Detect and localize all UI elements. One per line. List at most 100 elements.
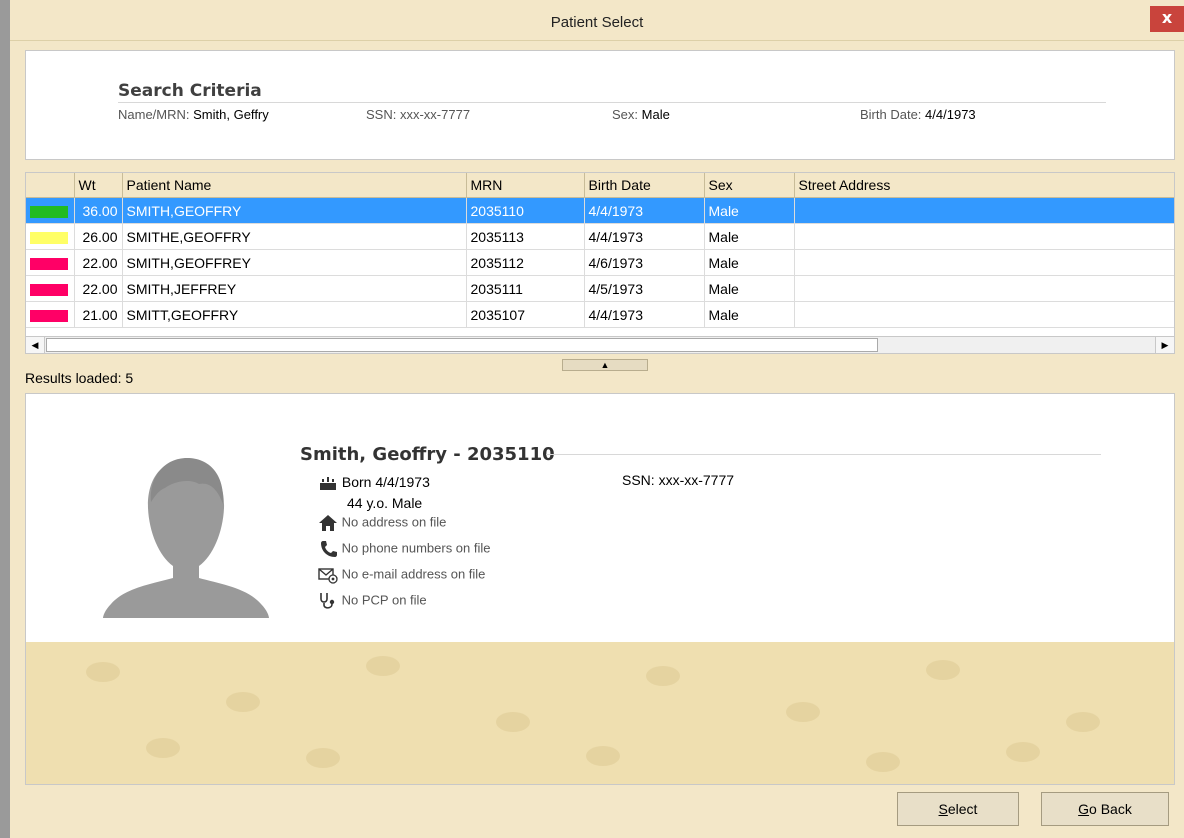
pawprint-background: [26, 642, 1174, 784]
column-header-patient-name[interactable]: Patient Name: [122, 173, 467, 198]
patient-name-divider: [546, 454, 1101, 455]
scroll-left-icon[interactable]: ◀: [26, 337, 45, 353]
row-weight: 22.00: [74, 275, 123, 302]
scroll-right-icon[interactable]: ▶: [1155, 337, 1174, 353]
row-birth-date: 4/4/1973: [584, 223, 705, 250]
row-mrn: 2035111: [466, 275, 585, 302]
column-header-wt[interactable]: Wt: [74, 173, 123, 198]
row-color-indicator: [26, 275, 75, 302]
match-color-swatch: [30, 257, 68, 270]
criteria-sex: Sex: Male: [612, 107, 670, 122]
table-row[interactable]: 26.00 SMITHE,GEOFFRY 2035113 4/4/1973 Male: [26, 223, 1174, 250]
match-color-swatch: [30, 309, 68, 322]
scroll-thumb[interactable]: [46, 338, 878, 352]
criteria-ssn-value: xxx-xx-7777: [399, 107, 471, 122]
row-street-address: [794, 223, 1174, 250]
grid-header-row: Wt Patient Name MRN Birth Date Sex Stree…: [26, 173, 1174, 198]
row-street-address: [794, 301, 1174, 328]
row-sex: Male: [704, 249, 795, 276]
column-header-street-address[interactable]: Street Address: [794, 173, 1174, 198]
criteria-name-label: Name/MRN:: [118, 107, 190, 122]
criteria-birth-date: Birth Date: 4/4/1973: [860, 107, 976, 122]
email-row: No e-mail address on file: [318, 566, 485, 584]
criteria-ssn-label: SSN:: [366, 107, 397, 122]
table-row[interactable]: 22.00 SMITH,GEOFFREY 2035112 4/6/1973 Male: [26, 249, 1174, 276]
table-row[interactable]: 21.00 SMITT,GEOFFRY 2035107 4/4/1973 Male: [26, 301, 1174, 328]
column-header-mrn[interactable]: MRN: [466, 173, 585, 198]
results-count: Results loaded: 5: [25, 370, 134, 386]
row-birth-date: 4/6/1973: [584, 249, 705, 276]
row-mrn: 2035113: [466, 223, 585, 250]
go-back-label: o Back: [1089, 801, 1132, 817]
select-button[interactable]: Select: [897, 792, 1019, 826]
row-sex: Male: [704, 197, 795, 224]
row-sex: Male: [704, 301, 795, 328]
age-sex-text: 44 y.o. Male: [347, 495, 423, 511]
patient-select-window: Patient Select x Search Criteria Name/MR…: [0, 0, 1184, 838]
match-color-swatch: [30, 283, 68, 296]
row-birth-date: 4/4/1973: [584, 301, 705, 328]
close-button[interactable]: x: [1150, 6, 1184, 32]
go-back-mnemonic: G: [1078, 801, 1090, 817]
patient-avatar: [103, 458, 269, 618]
triangle-up-icon: ▲: [600, 360, 610, 370]
criteria-birth-label: Birth Date:: [860, 107, 922, 122]
row-weight: 26.00: [74, 223, 123, 250]
row-color-indicator: [26, 223, 75, 250]
column-header-birth-date[interactable]: Birth Date: [584, 173, 705, 198]
ssn-text: SSN: xxx-xx-7777: [622, 472, 735, 488]
row-color-indicator: [26, 249, 75, 276]
search-criteria-title: Search Criteria: [118, 81, 262, 101]
phone-text: No phone numbers on file: [341, 540, 491, 556]
row-patient-name: SMITH,GEOFFREY: [122, 249, 467, 276]
title-bar[interactable]: Patient Select x: [10, 0, 1184, 41]
pcp-text: No PCP on file: [341, 592, 427, 608]
row-weight: 22.00: [74, 249, 123, 276]
birth-date-text: Born 4/4/1973: [341, 474, 430, 490]
address-row: No address on file: [318, 514, 446, 532]
column-header-color[interactable]: [26, 173, 75, 198]
criteria-birth-value: 4/4/1973: [925, 107, 976, 122]
address-text: No address on file: [341, 514, 447, 530]
row-weight: 21.00: [74, 301, 123, 328]
row-sex: Male: [704, 223, 795, 250]
pcp-row: No PCP on file: [318, 592, 427, 610]
stethoscope-icon: [320, 593, 335, 609]
criteria-sex-value: Male: [641, 107, 670, 122]
select-label: elect: [947, 801, 978, 817]
table-row[interactable]: 22.00 SMITH,JEFFREY 2035111 4/5/1973 Male: [26, 275, 1174, 302]
row-birth-date: 4/5/1973: [584, 275, 705, 302]
criteria-name-value: Smith, Geffry: [193, 107, 269, 122]
row-patient-name: SMITH,GEOFFRY: [122, 197, 467, 224]
row-color-indicator: [26, 197, 75, 224]
email-text: No e-mail address on file: [341, 566, 486, 582]
criteria-divider: [118, 102, 1106, 103]
row-patient-name: SMITT,GEOFFRY: [122, 301, 467, 328]
row-street-address: [794, 249, 1174, 276]
row-sex: Male: [704, 275, 795, 302]
table-row[interactable]: 36.00 SMITH,GEOFFRY 2035110 4/4/1973 Male: [26, 197, 1174, 224]
row-color-indicator: [26, 301, 75, 328]
row-street-address: [794, 275, 1174, 302]
horizontal-scrollbar[interactable]: ◀ ▶: [25, 336, 1175, 354]
row-mrn: 2035112: [466, 249, 585, 276]
criteria-name: Name/MRN: Smith, Geffry: [118, 107, 269, 122]
email-icon: [318, 568, 338, 584]
row-mrn: 2035110: [466, 197, 585, 224]
row-patient-name: SMITHE,GEOFFRY: [122, 223, 467, 250]
match-color-swatch: [30, 205, 68, 218]
criteria-sex-label: Sex:: [612, 107, 639, 122]
phone-row: No phone numbers on file: [318, 540, 491, 558]
home-icon: [319, 515, 337, 531]
go-back-button[interactable]: Go Back: [1041, 792, 1169, 826]
column-header-sex[interactable]: Sex: [704, 173, 795, 198]
row-street-address: [794, 197, 1174, 224]
row-patient-name: SMITH,JEFFREY: [122, 275, 467, 302]
search-criteria-panel: Search Criteria Name/MRN: Smith, Geffry …: [25, 50, 1175, 160]
birthday-cake-icon: [320, 477, 336, 491]
patient-results-grid: Wt Patient Name MRN Birth Date Sex Stree…: [25, 172, 1175, 342]
collapse-splitter-button[interactable]: ▲: [562, 359, 648, 371]
patient-name-heading: Smith, Geoffry - 2035110: [300, 444, 555, 465]
criteria-ssn: SSN: xxx-xx-7777: [366, 107, 470, 122]
row-mrn: 2035107: [466, 301, 585, 328]
